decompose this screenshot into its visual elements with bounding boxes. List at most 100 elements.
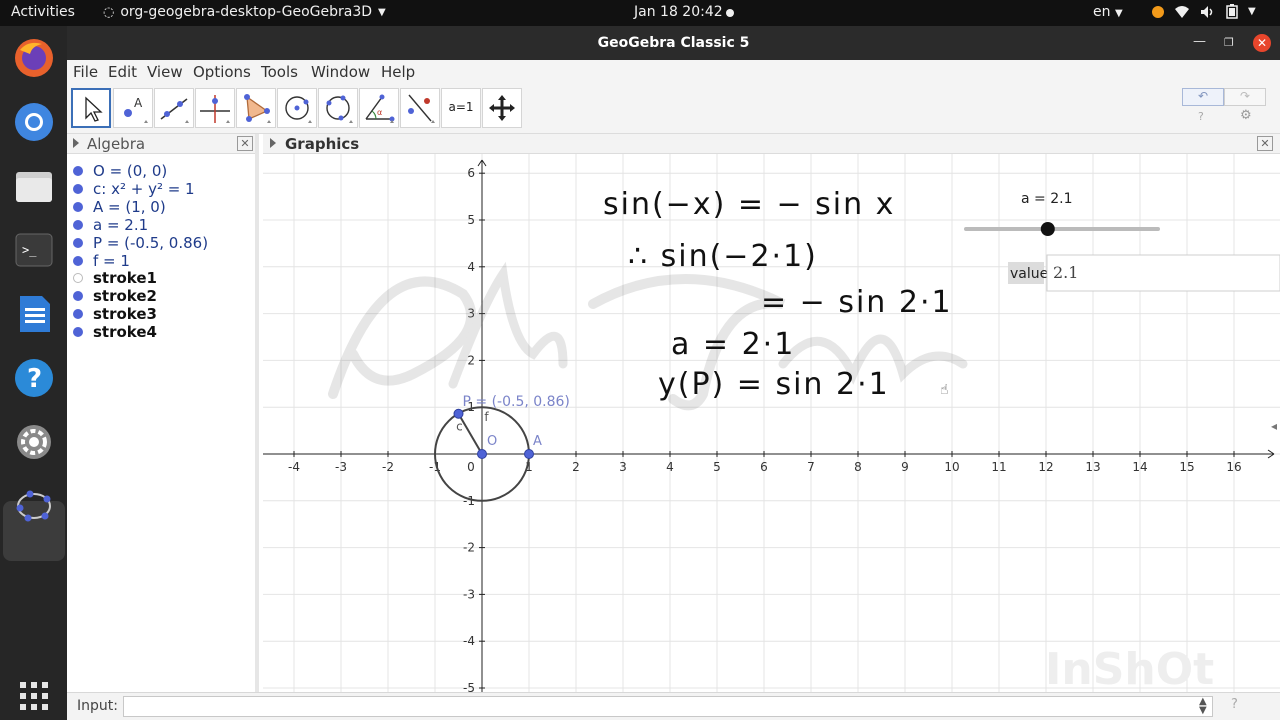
y-tick-label: -4: [463, 634, 475, 648]
move-graphics-view-tool-button[interactable]: [482, 88, 522, 128]
graphics-title: Graphics: [285, 135, 360, 153]
menu-file[interactable]: File: [73, 63, 98, 81]
menu-window[interactable]: Window: [311, 63, 370, 81]
perpendicular-line-tool-button[interactable]: [195, 88, 235, 128]
visibility-toggle[interactable]: [73, 237, 83, 248]
wifi-icon: [1175, 5, 1189, 18]
graphics-header: Graphics ✕: [263, 134, 1280, 154]
notification-dot: [726, 9, 734, 17]
slider-a[interactable]: a = 2.1: [964, 191, 1160, 236]
algebra-item[interactable]: P = (-0.5, 0.86): [71, 234, 208, 252]
visibility-toggle[interactable]: [73, 183, 83, 194]
move-tool-button[interactable]: [71, 88, 111, 128]
point-tool-button[interactable]: A: [113, 88, 153, 128]
settings-icon[interactable]: ⚙: [1240, 108, 1252, 123]
files-icon[interactable]: [12, 164, 56, 208]
svg-text:A: A: [134, 96, 143, 110]
grid: [263, 154, 1280, 692]
x-tick-label: 5: [713, 460, 721, 474]
writer-icon[interactable]: [12, 292, 56, 336]
x-tick-label: 12: [1038, 460, 1053, 474]
value-field[interactable]: [1046, 254, 1280, 292]
geogebra-icon[interactable]: [12, 484, 56, 528]
input-history-icon[interactable]: ▲ ▼: [1199, 697, 1207, 716]
algebra-item[interactable]: A = (1, 0): [71, 198, 166, 216]
algebra-item-text: f = 1: [93, 251, 130, 270]
input-field[interactable]: [123, 696, 1213, 717]
slider-tool-button[interactable]: a=1: [441, 88, 481, 128]
terminal-icon[interactable]: >_: [12, 228, 56, 272]
chromium-icon[interactable]: [12, 100, 56, 144]
point-A[interactable]: [524, 449, 534, 459]
line-icon: [160, 98, 189, 123]
algebra-item[interactable]: stroke4: [71, 323, 157, 341]
activities-button[interactable]: Activities: [11, 4, 75, 20]
line-tool-button[interactable]: [154, 88, 194, 128]
algebra-item[interactable]: stroke3: [71, 305, 157, 323]
help-icon[interactable]: ?: [12, 356, 56, 400]
x-tick-label: 6: [760, 460, 768, 474]
visibility-toggle[interactable]: [73, 255, 83, 266]
algebra-item[interactable]: c: x² + y² = 1: [71, 180, 195, 198]
show-applications-icon[interactable]: [12, 674, 56, 718]
close-icon[interactable]: ✕: [1257, 136, 1273, 151]
circle-center-point-tool-button[interactable]: [277, 88, 317, 128]
visibility-toggle[interactable]: [73, 309, 83, 320]
algebra-item[interactable]: f = 1: [71, 252, 130, 270]
svg-text:>_: >_: [22, 243, 37, 257]
algebra-item[interactable]: stroke1: [71, 269, 157, 287]
circle-three-points-tool-button[interactable]: [318, 88, 358, 128]
visibility-toggle[interactable]: [73, 219, 83, 230]
visibility-toggle[interactable]: [73, 291, 83, 302]
maximize-button[interactable]: ❐: [1224, 36, 1234, 49]
collapse-arrow-icon[interactable]: ◂: [1271, 419, 1277, 433]
x-tick-label: 3: [619, 460, 627, 474]
visibility-toggle[interactable]: [73, 166, 83, 176]
undo-button[interactable]: ↶: [1182, 88, 1224, 106]
input-help-icon[interactable]: ?: [1231, 697, 1238, 712]
app-menu[interactable]: ◌ org-geogebra-desktop-GeoGebra3D ▼: [103, 4, 386, 20]
graphics-canvas[interactable]: -4 -3 -2 -1 1 2 3 4 5 6 7 8 9 10 11 12 13 14 15 16-5-4-3-2-…: [263, 154, 1280, 692]
settings-icon[interactable]: [12, 420, 56, 464]
algebra-item[interactable]: stroke2: [71, 287, 157, 305]
visibility-toggle[interactable]: [73, 327, 83, 338]
collapse-triangle-icon[interactable]: [270, 138, 276, 148]
close-icon[interactable]: ✕: [237, 136, 253, 151]
point-P[interactable]: [453, 408, 464, 419]
clock[interactable]: Jan 18 20:42: [634, 4, 723, 20]
handwriting-line-3: = − sin 2·1: [761, 285, 953, 320]
algebra-item-text: P = (-0.5, 0.86): [93, 233, 209, 252]
title-bar[interactable]: GeoGebra Classic 5 — ❐ ✕: [67, 26, 1280, 60]
input-language[interactable]: en ▼: [1093, 4, 1123, 20]
algebra-item-text: c: x² + y² = 1: [93, 179, 195, 198]
menu-options[interactable]: Options: [193, 63, 251, 81]
firefox-icon[interactable]: [12, 36, 56, 80]
algebra-item[interactable]: O = (0, 0): [71, 162, 167, 180]
cursor-arrow-icon: [85, 96, 103, 122]
redo-button[interactable]: ↷: [1224, 88, 1266, 106]
collapse-triangle-icon[interactable]: [73, 138, 79, 148]
language-label: en: [1093, 4, 1111, 20]
visibility-toggle[interactable]: [73, 273, 83, 284]
value-input-box[interactable]: value 2.1: [1008, 254, 1280, 292]
angle-tool-button[interactable]: α: [359, 88, 399, 128]
slider-knob[interactable]: [1040, 222, 1055, 236]
menu-view[interactable]: View: [147, 63, 183, 81]
menu-help[interactable]: Help: [381, 63, 415, 81]
algebra-item-text: stroke3: [93, 305, 157, 324]
menu-tools[interactable]: Tools: [261, 63, 298, 81]
polygon-tool-button[interactable]: [236, 88, 276, 128]
point-O[interactable]: [477, 449, 487, 459]
minimize-button[interactable]: —: [1193, 34, 1206, 49]
dock: >_ ?: [0, 26, 67, 720]
system-tray[interactable]: ▼: [1152, 4, 1256, 19]
reflect-tool-button[interactable]: [400, 88, 440, 128]
algebra-item[interactable]: a = 2.1: [71, 216, 148, 234]
x-tick-label: -2: [382, 460, 394, 474]
close-button[interactable]: ✕: [1253, 34, 1271, 52]
visibility-toggle[interactable]: [73, 201, 83, 212]
menu-edit[interactable]: Edit: [108, 63, 137, 81]
status-dot-icon: [1152, 5, 1164, 18]
svg-text:?: ?: [27, 364, 42, 394]
help-icon[interactable]: ?: [1198, 110, 1204, 123]
